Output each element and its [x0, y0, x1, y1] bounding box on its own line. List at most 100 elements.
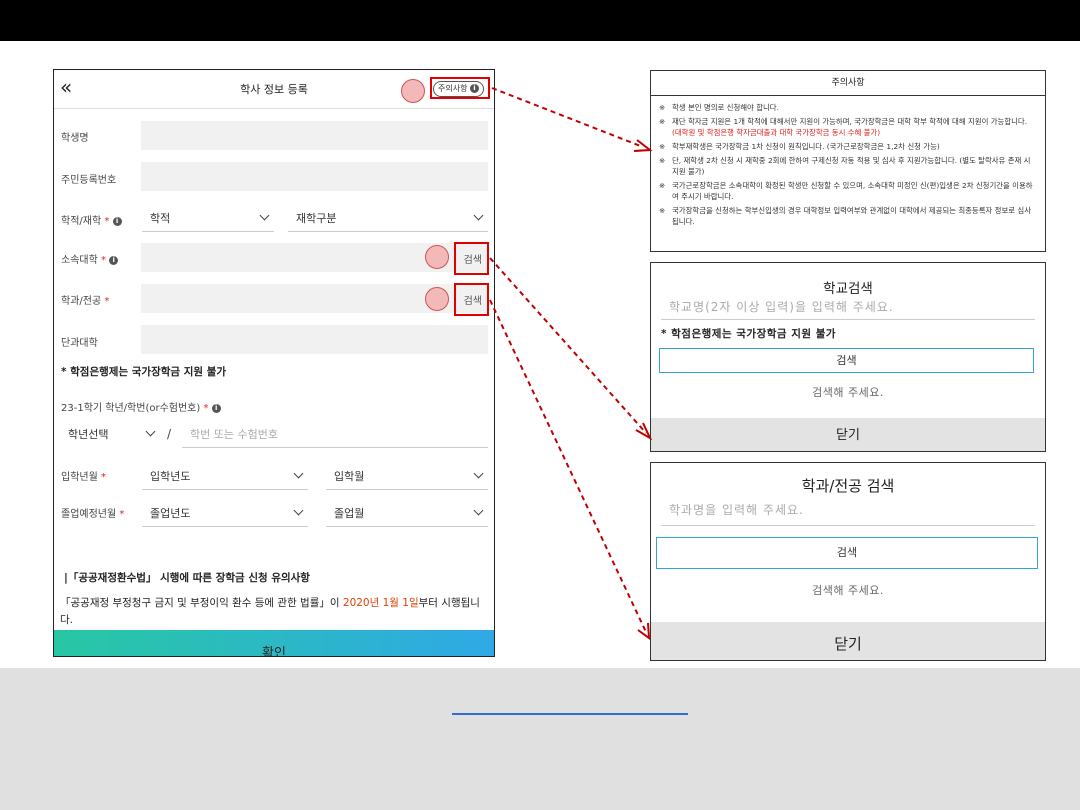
- grade-label: 23-1학기 학년/학번(or수험번호) * i: [61, 399, 221, 414]
- notice-item: 단, 재학생 2차 신청 시 재학중 2회에 한하여 구제신청 자동 적용 및 …: [659, 155, 1037, 177]
- college-label: 단과대학: [61, 338, 98, 349]
- annotation-marker-3: [425, 287, 449, 311]
- arrow-icon: [637, 622, 651, 641]
- form-title: 학사 정보 등록: [240, 83, 308, 96]
- student-info-form: « 학사 정보 등록 주의사항 i 학생명 주민등록번호 학적/재학 * i 학…: [53, 69, 495, 657]
- status-select-value: 학적: [150, 212, 171, 225]
- info-icon: i: [112, 217, 122, 226]
- effective-date: 2020년 1월 1일: [342, 597, 419, 609]
- major-label: 학과/전공 *: [61, 292, 109, 307]
- grade-select-value: 학년선택: [68, 428, 109, 441]
- major-search-title: 학과/전공 검색: [801, 477, 895, 495]
- admission-year-value: 입학년도: [150, 470, 191, 483]
- admission-label: 입학년월 *: [61, 468, 106, 483]
- arrow-line-major: [489, 299, 647, 633]
- public-finance-section-title: |「공공재정환수법」 시행에 따른 장학금 신청 유의사항: [64, 572, 310, 584]
- graduation-month-value: 졸업월: [334, 507, 365, 520]
- arrow-line-notice: [491, 87, 644, 148]
- notice-item: 국가장학금을 신청하는 학부신입생의 경우 대학정보 입력여부와 관계없이 대학…: [659, 205, 1037, 227]
- major-search-close-button[interactable]: 닫기: [651, 622, 1045, 660]
- required-mark: *: [104, 296, 110, 307]
- notice-item: 학생 본인 명의로 신청해야 합니다.: [659, 102, 1037, 113]
- required-mark: *: [119, 509, 125, 520]
- notice-item: 국가근로장학금은 소속대학이 확정된 학생만 신청할 수 있으며, 소속대학 미…: [659, 180, 1037, 202]
- chevron-down-icon: [473, 505, 484, 516]
- required-mark: *: [203, 403, 209, 414]
- notice-item-red-text: (대학원 및 학점은행 학자금대출과 대학 국가장학금 동시 수혜 불가): [672, 128, 881, 137]
- notice-popup: 주의사항 학생 본인 명의로 신청해야 합니다. 재단 학자금 지원은 1개 학…: [650, 70, 1046, 252]
- info-icon: i: [109, 256, 119, 265]
- grade-label-text: 23-1학기 학년/학번(or수험번호): [61, 403, 201, 414]
- chevron-down-icon: [473, 468, 484, 479]
- annotation-marker-1: [401, 79, 425, 103]
- notice-item-text: 재단 학자금 지원은 1개 학적에 대해서만 지원이 가능하며, 국가장학금은 …: [672, 117, 1028, 126]
- status-label: 학적/재학 * i: [61, 212, 122, 227]
- university-label-text: 소속대학: [61, 255, 98, 266]
- school-search-title: 학교검색: [823, 281, 873, 297]
- notice-item: 재단 학자금 지원은 1개 학적에 대해서만 지원이 가능하며, 국가장학금은 …: [659, 116, 1037, 138]
- public-finance-paragraph: 「공공재정 부정청구 금지 및 부정이익 환수 등에 관한 법률」이 2020년…: [60, 595, 490, 629]
- status-select[interactable]: 학적: [142, 204, 274, 232]
- notice-item-text: 국가장학금을 신청하는 학부신입생의 경우 대학정보 입력여부와 관계없이 대학…: [672, 206, 1032, 226]
- major-search-popup: 학과/전공 검색 학과명을 입력해 주세요. 검색 검색해 주세요. 닫기: [650, 462, 1046, 661]
- confirm-button[interactable]: 확인: [54, 630, 494, 657]
- notice-item-text: 단, 재학생 2차 신청 시 재학중 2회에 한하여 구제신청 자동 적용 및 …: [672, 156, 1031, 176]
- graduation-year-value: 졸업년도: [150, 507, 191, 520]
- resident-no-label: 주민등록번호: [61, 175, 117, 186]
- chevron-down-icon: [473, 210, 484, 221]
- annotation-marker-2: [425, 245, 449, 269]
- student-name-label: 학생명: [61, 133, 89, 144]
- major-search-message: 검색해 주세요.: [812, 584, 884, 597]
- graduation-label: 졸업예정년월 *: [61, 505, 124, 520]
- student-no-placeholder: 학번 또는 수험번호: [190, 428, 278, 441]
- school-search-close-button[interactable]: 닫기: [651, 418, 1045, 451]
- arrow-icon: [633, 139, 653, 152]
- enroll-type-select[interactable]: 재학구분: [288, 204, 488, 232]
- admission-label-text: 입학년월: [61, 472, 98, 483]
- chevron-down-icon: [259, 210, 270, 221]
- graduation-year-select[interactable]: 졸업년도: [142, 499, 308, 527]
- highlight-notice-box: [430, 77, 490, 99]
- graduation-label-text: 졸업예정년월: [61, 509, 117, 520]
- major-label-text: 학과/전공: [61, 296, 102, 307]
- admission-month-select[interactable]: 입학월: [326, 462, 488, 490]
- slash-separator: /: [167, 427, 172, 441]
- required-mark: *: [101, 255, 106, 266]
- college-field[interactable]: [141, 325, 488, 354]
- highlight-major-search-box: [454, 283, 489, 316]
- university-label: 소속대학 * i: [61, 251, 119, 266]
- notice-list: 학생 본인 명의로 신청해야 합니다. 재단 학자금 지원은 1개 학적에 대해…: [651, 96, 1045, 227]
- school-search-popup: 학교검색 학교명(2자 이상 입력)을 입력해 주세요. * 학점은행제는 국가…: [650, 262, 1046, 452]
- resident-no-field[interactable]: [141, 162, 488, 191]
- major-search-button[interactable]: 검색: [656, 537, 1038, 569]
- chevron-down-icon: [145, 426, 156, 437]
- notice-item-text: 국가근로장학금은 소속대학이 확정된 학생만 신청할 수 있으며, 소속대학 미…: [672, 181, 1033, 201]
- admission-year-select[interactable]: 입학년도: [142, 462, 308, 490]
- school-search-note: * 학점은행제는 국가장학금 지원 불가: [661, 328, 837, 340]
- student-no-input[interactable]: 학번 또는 수험번호: [182, 420, 488, 448]
- chevron-down-icon: [293, 468, 304, 479]
- status-label-text: 학적/재학: [61, 216, 102, 227]
- notice-item: 학부재학생은 국가장학금 1차 신청이 원칙입니다. (국가근로장학금은 1,2…: [659, 141, 1037, 152]
- top-black-bar: [0, 0, 1080, 41]
- grade-select[interactable]: 학년선택: [60, 420, 160, 448]
- school-search-input[interactable]: 학교명(2자 이상 입력)을 입력해 주세요.: [661, 298, 1035, 320]
- required-mark: *: [104, 216, 110, 227]
- graduation-month-select[interactable]: 졸업월: [326, 499, 488, 527]
- bottom-link-underline: [452, 713, 688, 715]
- notice-item-text: 학생 본인 명의로 신청해야 합니다.: [672, 103, 779, 112]
- confirm-button-label: 확인: [262, 646, 286, 657]
- arrow-line-school: [489, 257, 647, 434]
- admission-month-value: 입학월: [334, 470, 365, 483]
- form-header: « 학사 정보 등록 주의사항 i: [54, 70, 494, 109]
- required-mark: *: [101, 472, 106, 483]
- school-search-button[interactable]: 검색: [659, 348, 1034, 373]
- highlight-university-search-box: [454, 242, 489, 275]
- student-name-field[interactable]: [141, 121, 488, 150]
- enroll-type-value: 재학구분: [296, 212, 337, 225]
- arrow-icon: [635, 422, 653, 441]
- credit-bank-warning: * 학점은행제는 국가장학금 지원 불가: [61, 366, 227, 378]
- notice-popup-title: 주의사항: [651, 71, 1045, 96]
- major-search-input[interactable]: 학과명을 입력해 주세요.: [661, 501, 1035, 526]
- paragraph-text-a: 「공공재정 부정청구 금지 및 부정이익 환수 등에 관한 법률」이: [60, 597, 343, 609]
